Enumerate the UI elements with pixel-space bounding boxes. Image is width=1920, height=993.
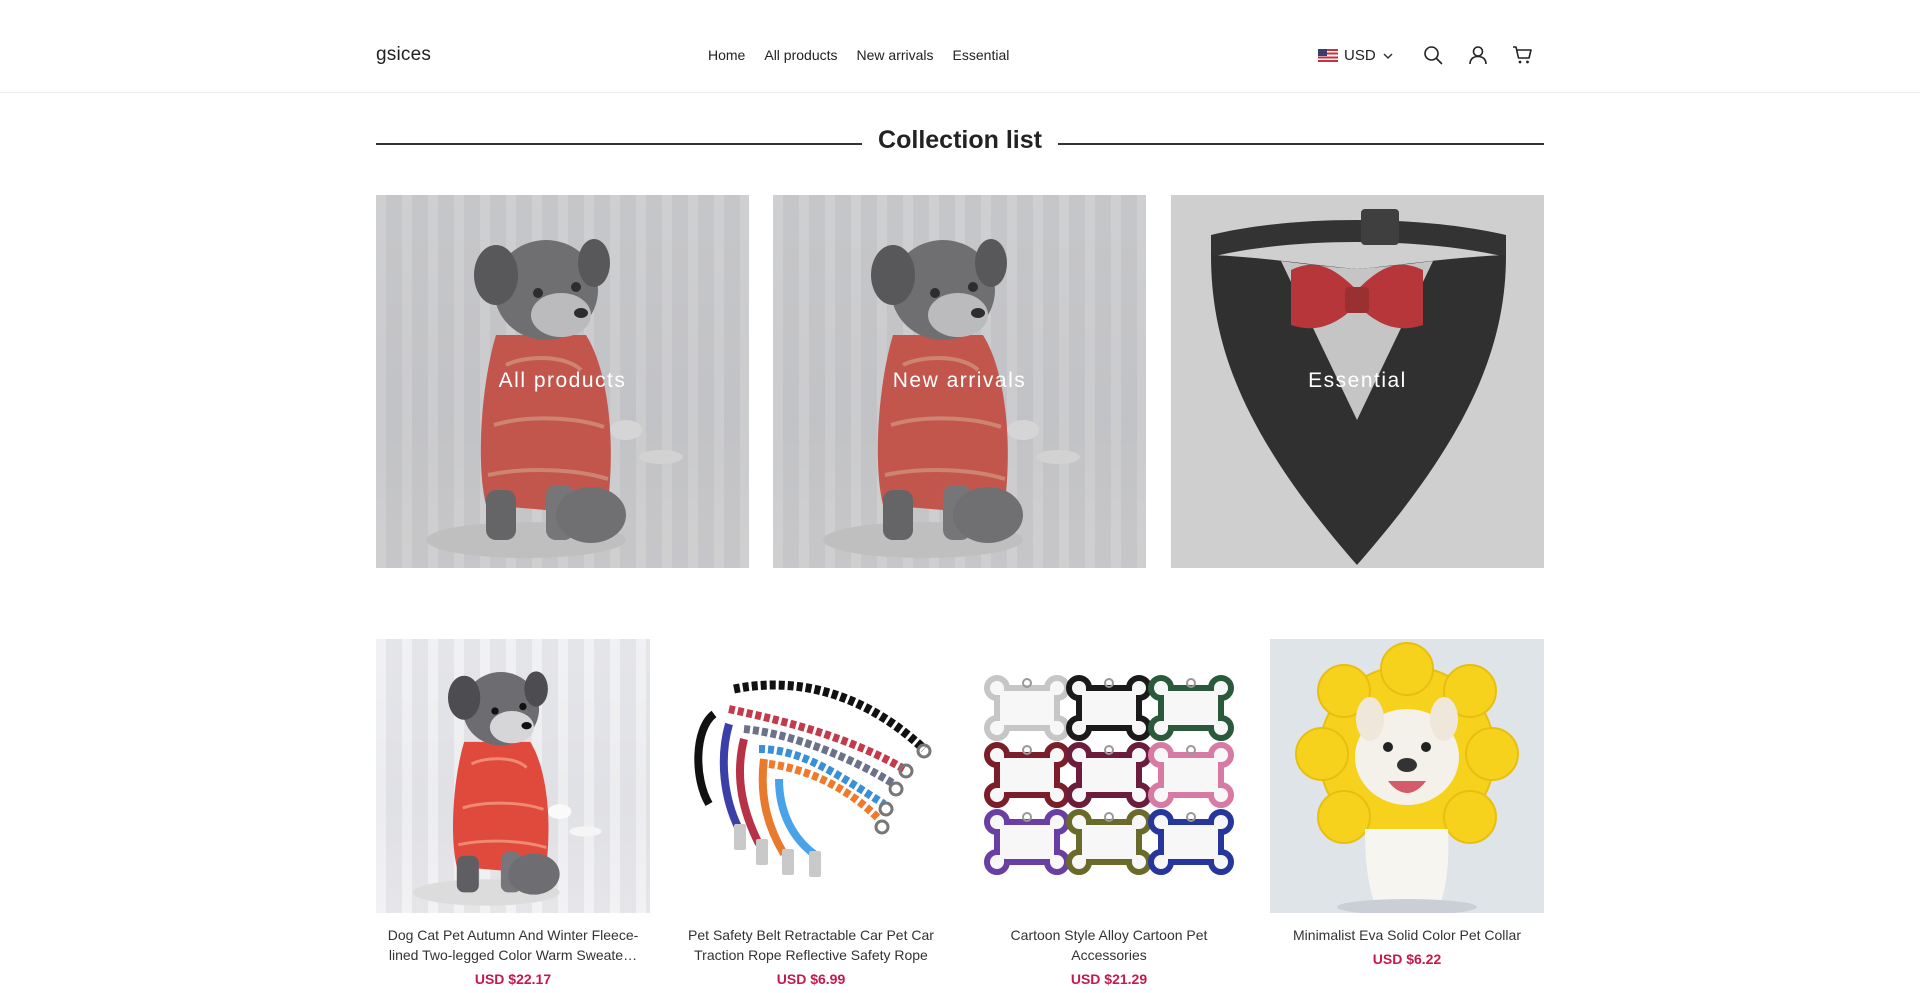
car-safety-leashes-image	[694, 680, 932, 877]
search-icon[interactable]	[1422, 44, 1444, 66]
product-image[interactable]	[674, 639, 948, 913]
product-card: Pet Safety Belt Retractable Car Pet Car …	[674, 639, 948, 987]
collection-label: Essential	[1308, 369, 1407, 392]
product-image[interactable]	[972, 639, 1246, 913]
nav-item-essential[interactable]: Essential	[953, 47, 1010, 63]
store-logo[interactable]: gsices	[376, 44, 431, 66]
section-title: Collection list	[878, 126, 1042, 154]
nav-item-all-products[interactable]: All products	[764, 47, 837, 63]
product-card: Minimalist Eva Solid Color Pet Collar US…	[1270, 639, 1544, 967]
bone-tags-image	[972, 639, 1246, 913]
divider	[1058, 143, 1544, 145]
collection-label: New arrivals	[892, 369, 1027, 392]
currency-label: USD	[1344, 47, 1376, 64]
product-title[interactable]: Minimalist Eva Solid Color Pet Collar	[1270, 925, 1544, 945]
product-price: USD $6.22	[1372, 951, 1442, 967]
nav-item-home[interactable]: Home	[708, 47, 745, 63]
nav-item-new-arrivals[interactable]: New arrivals	[857, 47, 934, 63]
chevron-down-icon	[1383, 52, 1393, 59]
product-price: USD $6.99	[776, 971, 846, 987]
divider	[376, 143, 862, 145]
account-icon[interactable]	[1467, 44, 1489, 66]
currency-selector[interactable]: USD	[1318, 47, 1394, 64]
collection-card-essential[interactable]: Essential	[1171, 195, 1544, 568]
main-nav: Home All products New arrivals Essential	[708, 47, 1009, 63]
us-flag-icon	[1318, 49, 1338, 62]
product-card: Dog Cat Pet Autumn And Winter Fleece-lin…	[376, 639, 650, 987]
product-title[interactable]: Cartoon Style Alloy Cartoon Pet Accessor…	[972, 925, 1246, 965]
product-title[interactable]: Pet Safety Belt Retractable Car Pet Car …	[674, 925, 948, 965]
product-image[interactable]	[1270, 639, 1544, 913]
product-image[interactable]	[376, 639, 650, 913]
collection-card-all-products[interactable]: All products	[376, 195, 749, 568]
product-price: USD $21.29	[1070, 971, 1148, 987]
product-price: USD $22.17	[474, 971, 552, 987]
product-card: Cartoon Style Alloy Cartoon Pet Accessor…	[972, 639, 1246, 987]
product-title[interactable]: Dog Cat Pet Autumn And Winter Fleece-lin…	[376, 925, 650, 965]
collection-label: All products	[498, 369, 627, 392]
cart-icon[interactable]	[1511, 44, 1533, 66]
site-header: gsices Home All products New arrivals Es…	[0, 0, 1920, 93]
dog-sweater-image	[412, 671, 602, 906]
collection-card-new-arrivals[interactable]: New arrivals	[773, 195, 1146, 568]
collection-list-heading: Collection list	[376, 126, 1544, 162]
bulldog-flower-collar-image	[1270, 639, 1544, 913]
